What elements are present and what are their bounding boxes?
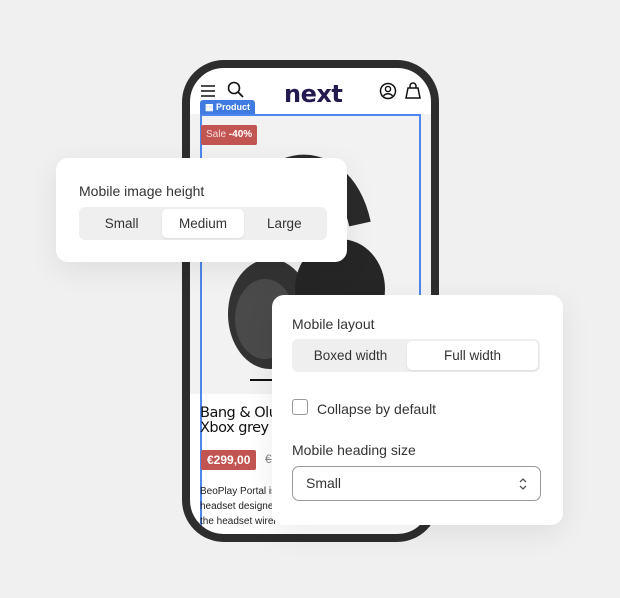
collapse-checkbox[interactable] xyxy=(292,399,308,415)
option-boxed-width[interactable]: Boxed width xyxy=(294,341,407,370)
collapse-label[interactable]: Collapse by default xyxy=(317,401,436,417)
option-medium[interactable]: Medium xyxy=(162,209,244,238)
product-description: BeoPlay Portal is headset designe the head… xyxy=(200,486,277,527)
store-logo[interactable]: next xyxy=(284,80,343,108)
bag-icon[interactable] xyxy=(404,81,422,100)
option-full-width[interactable]: Full width xyxy=(407,341,538,370)
old-price: € xyxy=(265,452,272,466)
image-height-card: Mobile image height Small Medium Large xyxy=(56,158,347,262)
heading-size-select[interactable]: Small xyxy=(292,466,541,501)
product-block-tab[interactable]: ▦ Product xyxy=(200,100,256,115)
option-small[interactable]: Small xyxy=(81,209,162,238)
chevron-up-down-icon xyxy=(519,478,527,490)
layout-card: Mobile layout Boxed width Full width Col… xyxy=(272,295,563,525)
image-height-segmented: Small Medium Large xyxy=(79,207,327,240)
option-large[interactable]: Large xyxy=(244,209,325,238)
sale-badge: Sale -40% xyxy=(201,125,258,145)
heading-size-label: Mobile heading size xyxy=(292,442,416,458)
layout-segmented: Boxed width Full width xyxy=(292,339,540,372)
product-title: Bang & Oluf Xbox grey xyxy=(200,405,283,436)
image-height-label: Mobile image height xyxy=(79,183,205,199)
menu-icon[interactable] xyxy=(200,84,216,98)
account-icon[interactable] xyxy=(379,82,397,100)
mobile-layout-label: Mobile layout xyxy=(292,316,375,332)
price-badge: €299,00 xyxy=(201,450,257,470)
search-icon[interactable] xyxy=(227,81,245,99)
